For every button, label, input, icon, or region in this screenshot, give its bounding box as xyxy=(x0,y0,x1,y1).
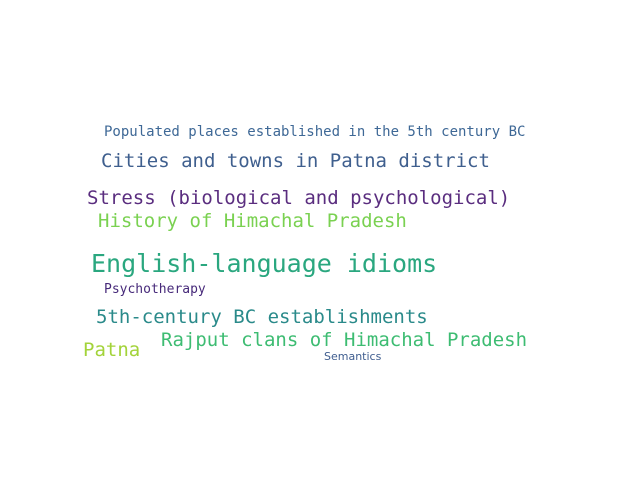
word-history-himachal: History of Himachal Pradesh xyxy=(98,210,407,232)
word-cloud: Populated places established in the 5th … xyxy=(0,0,640,480)
word-psychotherapy: Psychotherapy xyxy=(104,282,206,297)
word-stress: Stress (biological and psychological) xyxy=(87,187,511,209)
word-semantics: Semantics xyxy=(324,350,382,363)
word-cities-towns-patna: Cities and towns in Patna district xyxy=(101,150,490,172)
word-rajput-clans: Rajput clans of Himachal Pradesh xyxy=(161,329,528,351)
word-english-idioms: English-language idioms xyxy=(91,249,438,278)
word-5th-century-establishments: 5th-century BC establishments xyxy=(96,306,428,328)
word-patna: Patna xyxy=(83,339,141,361)
word-populated-places: Populated places established in the 5th … xyxy=(104,124,526,140)
